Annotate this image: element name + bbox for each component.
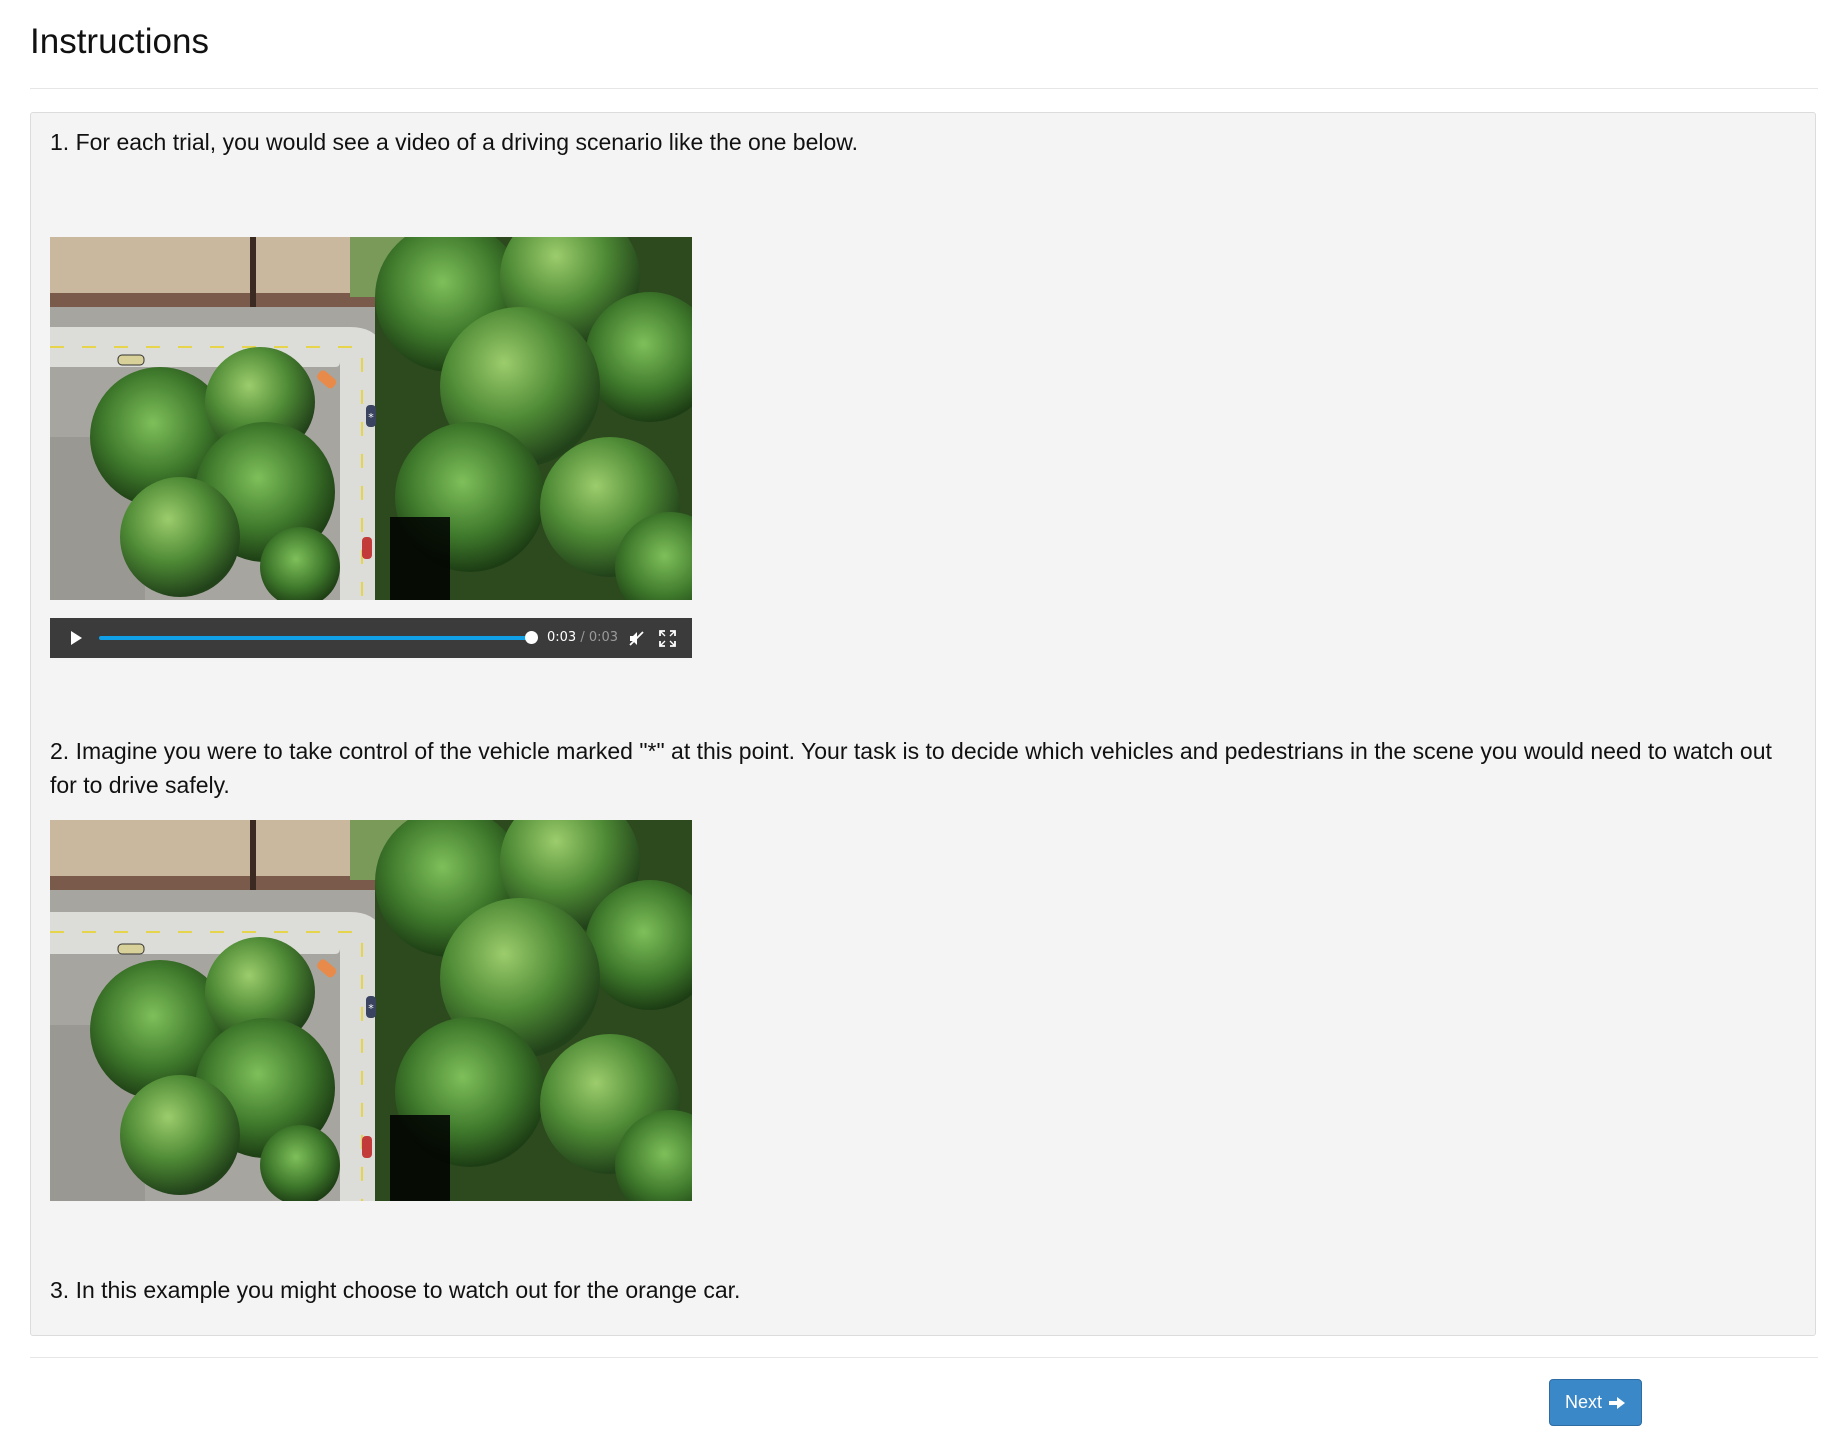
divider <box>30 88 1818 89</box>
red-car <box>362 1136 372 1158</box>
ego-vehicle-marker: * <box>368 411 374 424</box>
next-button-label: Next <box>1564 1392 1602 1412</box>
driving-scenario-image: * <box>50 820 692 1201</box>
play-icon[interactable] <box>68 630 84 646</box>
video-progress-bar[interactable] <box>99 636 531 640</box>
divider <box>30 1357 1818 1358</box>
yellow-car <box>117 943 145 955</box>
video-time: 0:03 / 0:03 <box>547 629 618 647</box>
instructions-panel: 1. For each trial, you would see a video… <box>30 112 1816 1336</box>
muted-speaker-icon[interactable] <box>628 630 645 647</box>
page-title: Instructions <box>30 22 209 61</box>
video-controls: 0:03 / 0:03 <box>50 618 692 658</box>
fullscreen-icon[interactable] <box>659 630 676 647</box>
instruction-step-3: 3. In this example you might choose to w… <box>50 1277 741 1303</box>
instructions-page: Instructions 1. For each trial, you woul… <box>0 0 1848 1453</box>
video-time-separator: / <box>576 630 589 645</box>
arrow-right-icon <box>1609 1396 1625 1409</box>
driving-scenario-video[interactable]: * <box>50 237 692 600</box>
ego-vehicle-marker: * <box>368 1002 374 1015</box>
video-duration: 0:03 <box>588 630 619 645</box>
instruction-step-2: 2. Imagine you were to take control of t… <box>50 738 1772 798</box>
yellow-car <box>117 354 145 366</box>
video-current-time: 0:03 <box>547 630 577 645</box>
red-car <box>362 537 372 559</box>
video-scrubber-handle[interactable] <box>525 631 538 644</box>
instruction-step-1: 1. For each trial, you would see a video… <box>50 129 859 155</box>
next-button[interactable]: Next <box>1549 1379 1642 1426</box>
